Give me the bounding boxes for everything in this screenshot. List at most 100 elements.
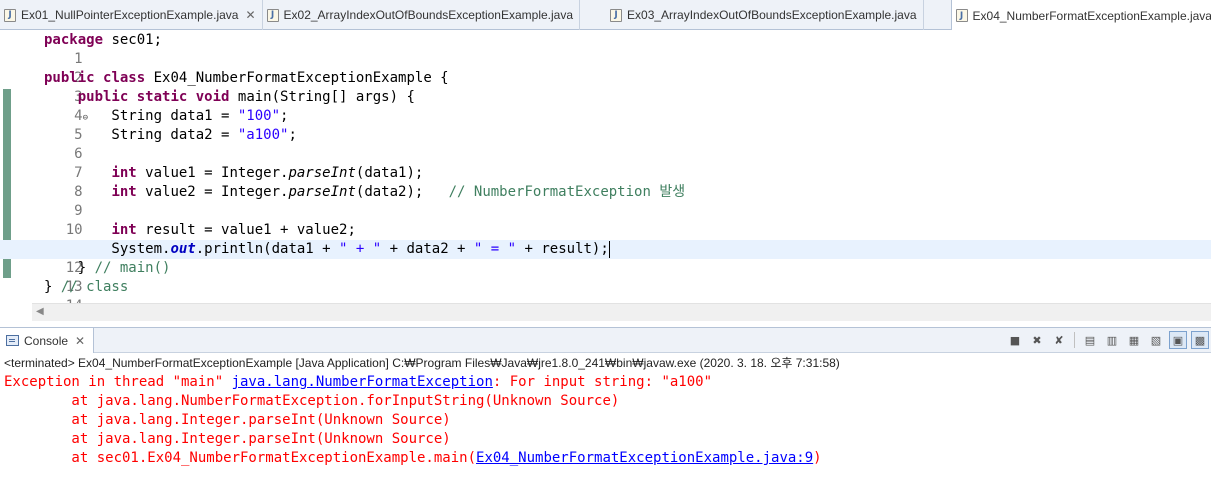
code-line: 1 package sec01; xyxy=(0,31,1211,67)
toolbar-separator xyxy=(1074,332,1075,348)
code-comment: // class xyxy=(60,279,129,295)
code-text: result = value1 + value2; xyxy=(136,222,356,238)
keyword: int xyxy=(111,184,137,200)
code-text: System. xyxy=(44,241,171,257)
console-line: at sec01.Ex04_NumberFormatExceptionExamp… xyxy=(4,449,1204,468)
close-icon[interactable]: ✕ xyxy=(245,8,255,22)
close-icon[interactable]: ✕ xyxy=(75,334,85,348)
code-text: sec01; xyxy=(103,32,163,48)
editor-tab-ex01[interactable]: J Ex01_NullPointerExceptionExample.java … xyxy=(0,0,263,30)
code-line: 8 int value1 = Integer.parseInt(data1); xyxy=(0,164,1211,200)
code-text: (data2); xyxy=(355,184,449,200)
editor-tab-ex04[interactable]: J Ex04_NumberFormatExceptionExample.java… xyxy=(950,0,1211,31)
word-wrap-icon[interactable]: ▥ xyxy=(1103,331,1121,349)
code-text: } xyxy=(44,260,95,276)
java-file-icon: J xyxy=(4,8,16,22)
code-text: String data1 = xyxy=(44,108,238,124)
string-literal: " = " xyxy=(473,241,517,257)
stderr-text: ) xyxy=(813,450,822,466)
horizontal-scrollbar[interactable]: ◀ xyxy=(32,303,1211,321)
scroll-lock-icon[interactable]: ▤ xyxy=(1081,331,1099,349)
code-text: .println(data1 + xyxy=(195,241,340,257)
code-line: 5 String data1 = "100"; xyxy=(0,107,1211,143)
keyword: void xyxy=(195,89,230,105)
code-text: + result); xyxy=(516,241,609,257)
code-editor[interactable]: 1 package sec01; 2 3 public class Ex04_N… xyxy=(0,30,1211,321)
source-link[interactable]: Ex04_NumberFormatExceptionExample.java:9 xyxy=(476,450,813,466)
code-line: 2 xyxy=(0,50,1211,86)
method-name: parseInt xyxy=(288,165,356,181)
console-toolbar: ■ ✖ ✘ ▤ ▥ ▦ ▧ ▣ ▩ xyxy=(1006,331,1209,349)
stderr-text: : For input string: "a100" xyxy=(492,374,713,390)
console-icon xyxy=(6,335,19,346)
console-line: at java.lang.NumberFormatException.forIn… xyxy=(4,393,620,409)
code-line: 7 xyxy=(0,145,1211,181)
code-text: main(String[] args) { xyxy=(229,89,415,105)
console-line: at java.lang.Integer.parseInt(Unknown So… xyxy=(4,412,451,428)
code-text: ; xyxy=(288,127,297,143)
code-text: ; xyxy=(280,108,289,124)
java-file-icon: J xyxy=(266,8,279,22)
tab-label: Ex03_ArrayIndexOutOfBoundsExceptionExamp… xyxy=(627,8,917,22)
keyword: static xyxy=(136,89,188,105)
show-on-stderr-icon[interactable]: ▧ xyxy=(1147,331,1165,349)
code-text: (data1); xyxy=(355,165,424,181)
stderr-text: Exception in thread "main" xyxy=(4,374,232,390)
code-text: value2 = Integer. xyxy=(136,184,289,200)
terminate-icon[interactable]: ■ xyxy=(1006,331,1024,349)
string-literal: "a100" xyxy=(237,127,289,143)
code-line: 6 String data2 = "a100"; xyxy=(0,126,1211,162)
code-line: 9 int value2 = Integer.parseInt(data2); … xyxy=(0,183,1211,219)
keyword: public xyxy=(44,70,95,86)
console-tab-bar: Console ✕ ■ ✖ ✘ ▤ ▥ ▦ ▧ ▣ ▩ xyxy=(0,327,1211,353)
code-text: String data2 = xyxy=(44,127,238,143)
keyword: public xyxy=(77,89,129,105)
code-line-current: 12 System.out.println(data1 + " + " + da… xyxy=(0,240,1211,276)
string-literal: "100" xyxy=(237,108,281,124)
tab-label: Ex04_NumberFormatExceptionExample.java xyxy=(972,8,1211,23)
console-line: Exception in thread "main" java.lang.Num… xyxy=(4,373,1204,392)
remove-all-terminated-icon[interactable]: ✘ xyxy=(1050,331,1068,349)
console-output[interactable]: Exception in thread "main" java.lang.Num… xyxy=(4,373,1204,468)
tab-label: Ex01_NullPointerExceptionExample.java xyxy=(21,8,239,22)
console-status-text: <terminated> Ex04_NumberFormatExceptionE… xyxy=(4,356,840,370)
code-line: 11 int result = value1 + value2; xyxy=(0,221,1211,257)
code-line: 10 xyxy=(0,202,1211,238)
method-name: parseInt xyxy=(288,184,356,200)
scroll-left-icon[interactable]: ◀ xyxy=(36,306,44,317)
code-text: value1 = Integer. xyxy=(136,165,289,181)
display-selected-console-icon[interactable]: ▩ xyxy=(1191,331,1209,349)
java-file-icon: J xyxy=(955,9,968,22)
editor-tab-ex03[interactable]: J Ex03_ArrayIndexOutOfBoundsExceptionExa… xyxy=(580,0,924,30)
java-file-icon: J xyxy=(610,8,623,22)
code-line: 13 } // main() xyxy=(0,259,1211,295)
code-comment: // NumberFormatException 발생 xyxy=(448,184,686,200)
console-tab[interactable]: Console ✕ xyxy=(0,328,95,353)
code-text: Ex04_NumberFormatExceptionExample { xyxy=(145,70,449,86)
text-cursor xyxy=(608,240,610,258)
editor-tab-ex02[interactable]: J Ex02_ArrayIndexOutOfBoundsExceptionExa… xyxy=(263,0,581,30)
string-literal: " + " xyxy=(339,241,382,257)
exception-link[interactable]: java.lang.NumberFormatException xyxy=(232,374,493,390)
show-on-stdout-icon[interactable]: ▦ xyxy=(1125,331,1143,349)
code-line: 14 } // class xyxy=(0,278,1211,314)
keyword: int xyxy=(111,165,137,181)
stderr-text: at sec01.Ex04_NumberFormatExceptionExamp… xyxy=(4,450,477,466)
console-tab-label: Console xyxy=(24,333,69,348)
keyword: package xyxy=(44,32,104,48)
editor-tab-bar: J Ex01_NullPointerExceptionExample.java … xyxy=(0,0,1211,31)
console-line: at java.lang.Integer.parseInt(Unknown So… xyxy=(4,431,451,447)
code-text: } xyxy=(44,279,61,295)
code-line: 3 public class Ex04_NumberFormatExceptio… xyxy=(0,69,1211,105)
remove-launch-icon[interactable]: ✖ xyxy=(1028,331,1046,349)
tab-label: Ex02_ArrayIndexOutOfBoundsExceptionExamp… xyxy=(283,8,574,22)
code-comment: // main() xyxy=(94,260,171,276)
open-console-icon[interactable]: ▣ xyxy=(1169,331,1187,349)
static-field: out xyxy=(170,241,196,257)
code-line: 4⊖ public static void main(String[] args… xyxy=(0,88,1211,124)
code-text: + data2 + xyxy=(381,241,474,257)
